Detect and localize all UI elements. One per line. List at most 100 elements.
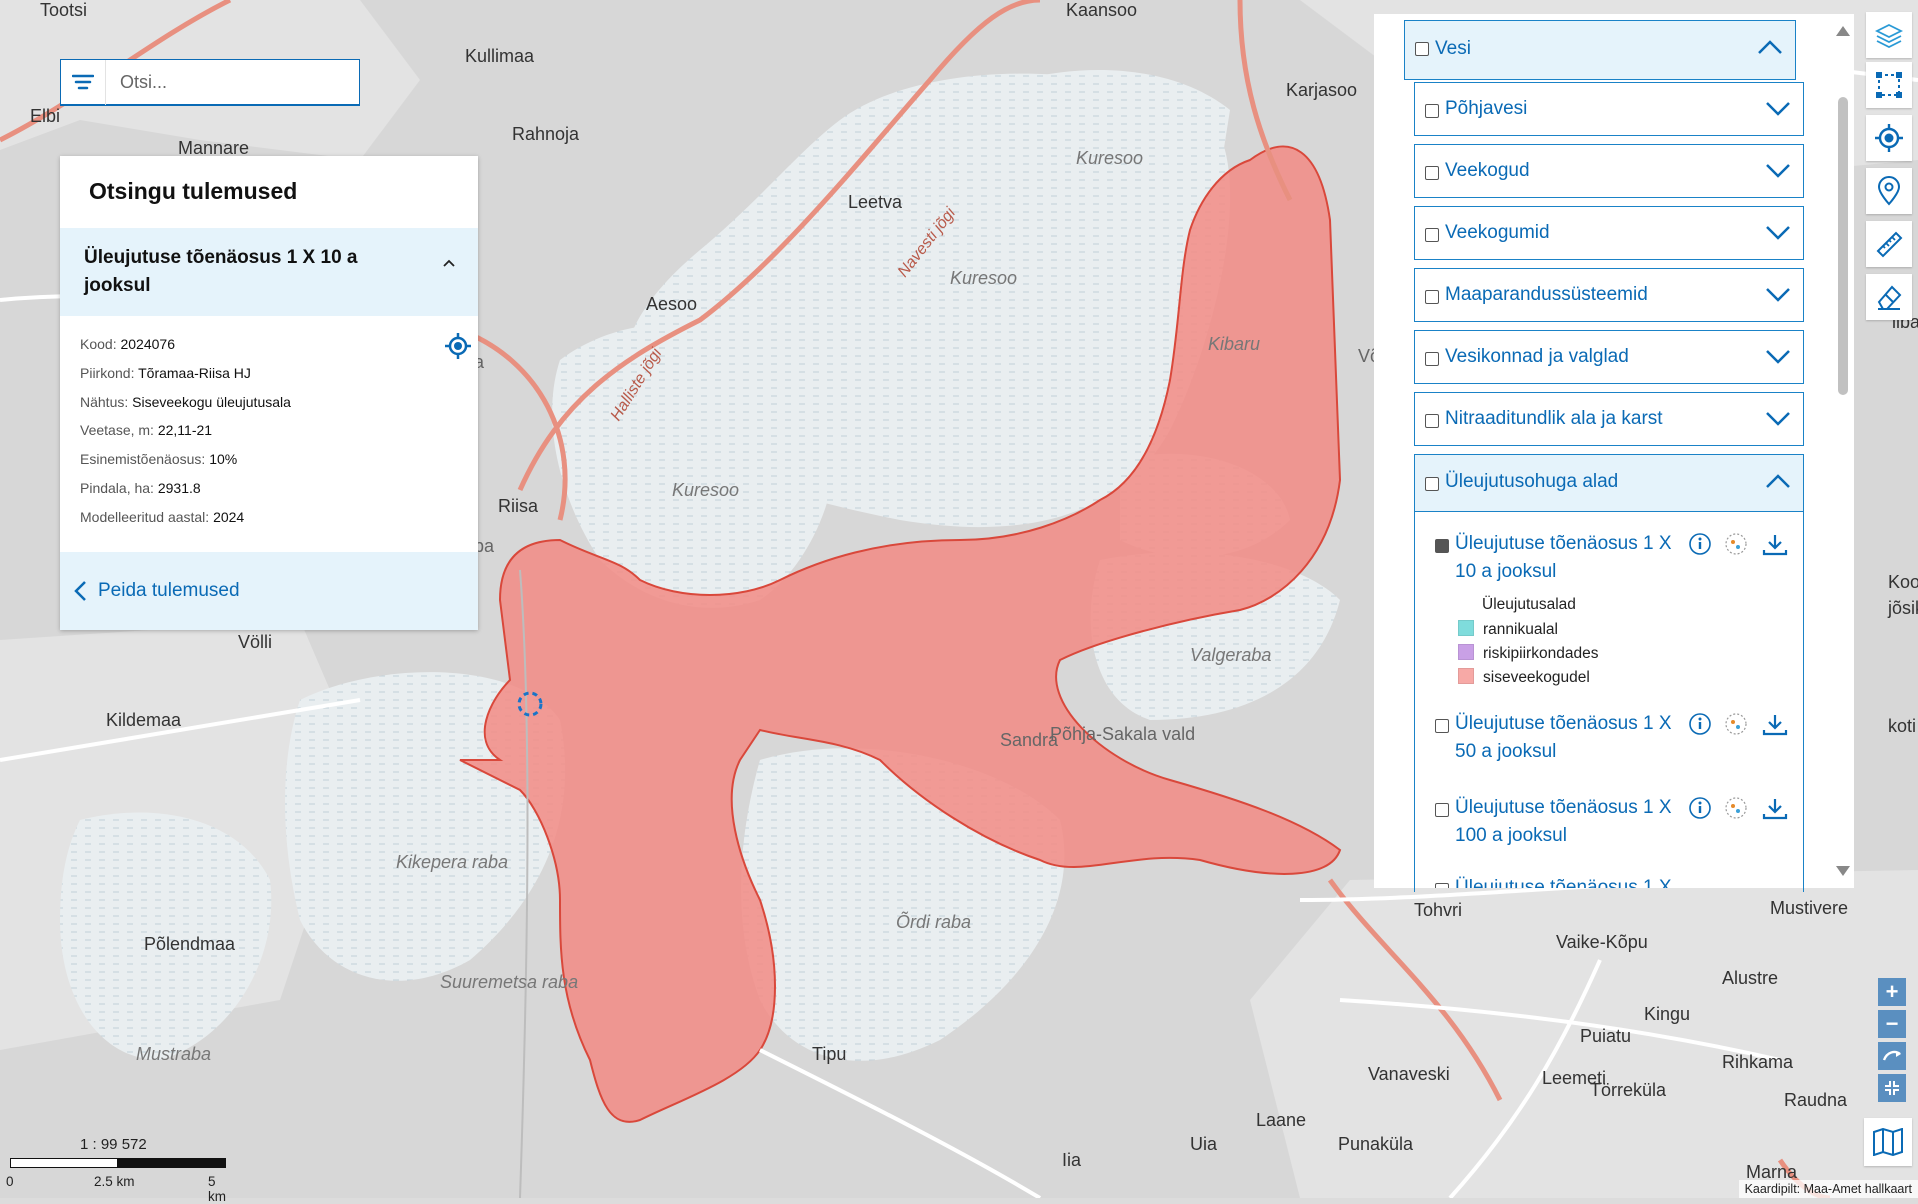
subgroup-checkbox[interactable] <box>1425 352 1439 366</box>
layer-name[interactable]: Üleujutuse tõenäosus 1 X 100 a jooksul <box>1455 794 1685 850</box>
locate-result-icon[interactable] <box>444 332 472 360</box>
locate-me-button[interactable] <box>1866 115 1912 161</box>
layer-name[interactable]: Üleujutuse tõenäosus 1 X <box>1455 874 1685 888</box>
subgroup-pohjavesi[interactable]: Põhjavesi <box>1414 82 1804 136</box>
place-label: Leetva <box>848 192 903 212</box>
place-label: Kookla <box>1888 572 1918 592</box>
place-label: Elbi <box>30 106 61 126</box>
place-label: jõsiku <box>1888 598 1918 618</box>
chevron-up-icon[interactable] <box>1757 39 1783 55</box>
place-label: Vanaveski <box>1368 1064 1450 1084</box>
download-icon[interactable] <box>1761 532 1789 556</box>
erase-button[interactable] <box>1866 274 1912 320</box>
layer-actions <box>1688 532 1789 561</box>
download-icon[interactable] <box>1761 796 1789 820</box>
subgroup-label: Veekogud <box>1445 160 1530 181</box>
place-label: Tohvri <box>1414 900 1463 920</box>
zoom-out-button[interactable]: − <box>1878 1010 1906 1038</box>
layer-checkbox[interactable] <box>1435 719 1449 733</box>
pin-button[interactable] <box>1866 168 1912 214</box>
result-item-header[interactable]: Üleujutuse tõenäosus 1 X 10 a jooksul <box>60 228 478 316</box>
subgroup-checkbox[interactable] <box>1425 166 1439 180</box>
detail-row: Nähtus: Siseveekogu üleujutusala <box>80 393 291 410</box>
scale-segment-2 <box>118 1158 226 1168</box>
layers-button[interactable] <box>1866 12 1912 58</box>
map-icon <box>1873 1128 1903 1156</box>
rotate-button[interactable] <box>1878 1042 1906 1070</box>
scroll-down-icon[interactable] <box>1836 866 1850 876</box>
scroll-up-icon[interactable] <box>1836 26 1850 36</box>
chevron-down-icon[interactable] <box>1765 287 1791 303</box>
layer-actions <box>1688 796 1789 825</box>
filter-button[interactable] <box>61 59 106 105</box>
subgroup-checkbox[interactable] <box>1425 414 1439 428</box>
select-area-button[interactable] <box>1866 62 1912 108</box>
layer-name[interactable]: Üleujutuse tõenäosus 1 X 10 a jooksul <box>1455 530 1685 586</box>
basemap-button[interactable] <box>1864 1118 1912 1166</box>
collapse-icon <box>1885 1081 1899 1095</box>
detail-row: Veetase, m: 22,11-21 <box>80 422 213 439</box>
subgroup-vesikonnad[interactable]: Vesikonnad ja valglad <box>1414 330 1804 384</box>
legend-swatch <box>1458 620 1474 636</box>
layer-actions <box>1688 712 1789 741</box>
chevron-down-icon[interactable] <box>1765 411 1791 427</box>
info-icon[interactable] <box>1688 796 1712 820</box>
place-label: Rahnoja <box>512 124 580 144</box>
chevron-left-icon <box>74 581 86 601</box>
fullscreen-exit-button[interactable] <box>1878 1074 1906 1102</box>
scale-tick: 0 <box>6 1174 14 1189</box>
chevron-up-icon[interactable] <box>442 258 456 268</box>
subgroup-checkbox[interactable] <box>1425 228 1439 242</box>
chevron-down-icon[interactable] <box>1765 163 1791 179</box>
scale-segment-1 <box>10 1158 118 1168</box>
subgroup-checkbox[interactable] <box>1425 290 1439 304</box>
scrollbar-thumb[interactable] <box>1838 97 1848 395</box>
layer-name[interactable]: Üleujutuse tõenäosus 1 X 50 a jooksul <box>1455 710 1685 766</box>
subgroup-veekogud[interactable]: Veekogud <box>1414 144 1804 198</box>
legend-swatch <box>1458 644 1474 660</box>
place-label: Õrdi raba <box>896 912 972 932</box>
opacity-icon[interactable] <box>1724 796 1748 820</box>
filter-icon <box>72 74 94 90</box>
download-icon[interactable] <box>1761 712 1789 736</box>
info-icon[interactable] <box>1688 532 1712 556</box>
chevron-down-icon[interactable] <box>1765 225 1791 241</box>
layer-checkbox-checked[interactable] <box>1435 539 1449 553</box>
opacity-icon[interactable] <box>1724 712 1748 736</box>
ruler-icon <box>1876 231 1903 258</box>
chevron-down-icon[interactable] <box>1765 101 1791 117</box>
place-label: Suuremetsa raba <box>440 972 579 992</box>
rotate-map-icon <box>1882 1050 1901 1061</box>
place-label: Mustivere <box>1770 898 1849 918</box>
measure-button[interactable] <box>1866 221 1912 267</box>
layer-checkbox[interactable] <box>1435 883 1449 888</box>
scale-tick: 5 km <box>208 1174 226 1204</box>
opacity-icon[interactable] <box>1724 532 1748 556</box>
subgroup-nitraadi[interactable]: Nitraaditundlik ala ja karst <box>1414 392 1804 446</box>
place-label: Uia <box>1190 1134 1218 1154</box>
zoom-in-button[interactable]: + <box>1878 978 1906 1006</box>
layer-checkbox[interactable] <box>1435 803 1449 817</box>
place-label: Völli <box>238 632 273 652</box>
search-results-panel: Otsingu tulemused Üleujutuse tõenäosus 1… <box>60 156 478 630</box>
subgroup-checkbox[interactable] <box>1425 104 1439 118</box>
hide-results-button[interactable]: Peida tulemused <box>60 552 478 630</box>
subgroup-veekogumid[interactable]: Veekogumid <box>1414 206 1804 260</box>
subgroup-maaparandus[interactable]: Maaparandussüsteemid <box>1414 268 1804 322</box>
layer-group-vesi[interactable]: Vesi <box>1404 20 1796 80</box>
subgroup-checkbox[interactable] <box>1425 477 1439 491</box>
place-label: Kikepera raba <box>396 852 509 872</box>
chevron-down-icon[interactable] <box>1765 349 1791 365</box>
search-input[interactable] <box>106 70 342 94</box>
search-bar[interactable] <box>60 59 360 106</box>
results-title: Otsingu tulemused <box>89 178 298 204</box>
flood-layer-next[interactable]: Üleujutuse tõenäosus 1 X <box>1431 874 1791 888</box>
chevron-up-icon[interactable] <box>1765 473 1791 489</box>
place-label: Alustre <box>1722 968 1779 988</box>
subgroup-uleujutus[interactable]: Üleujutusohuga alad <box>1414 454 1804 512</box>
subgroup-label: Nitraaditundlik ala ja karst <box>1445 408 1663 429</box>
group-checkbox[interactable] <box>1415 42 1429 56</box>
pin-icon <box>1877 176 1901 206</box>
info-icon[interactable] <box>1688 712 1712 736</box>
subgroup-label: Põhjavesi <box>1445 98 1528 119</box>
